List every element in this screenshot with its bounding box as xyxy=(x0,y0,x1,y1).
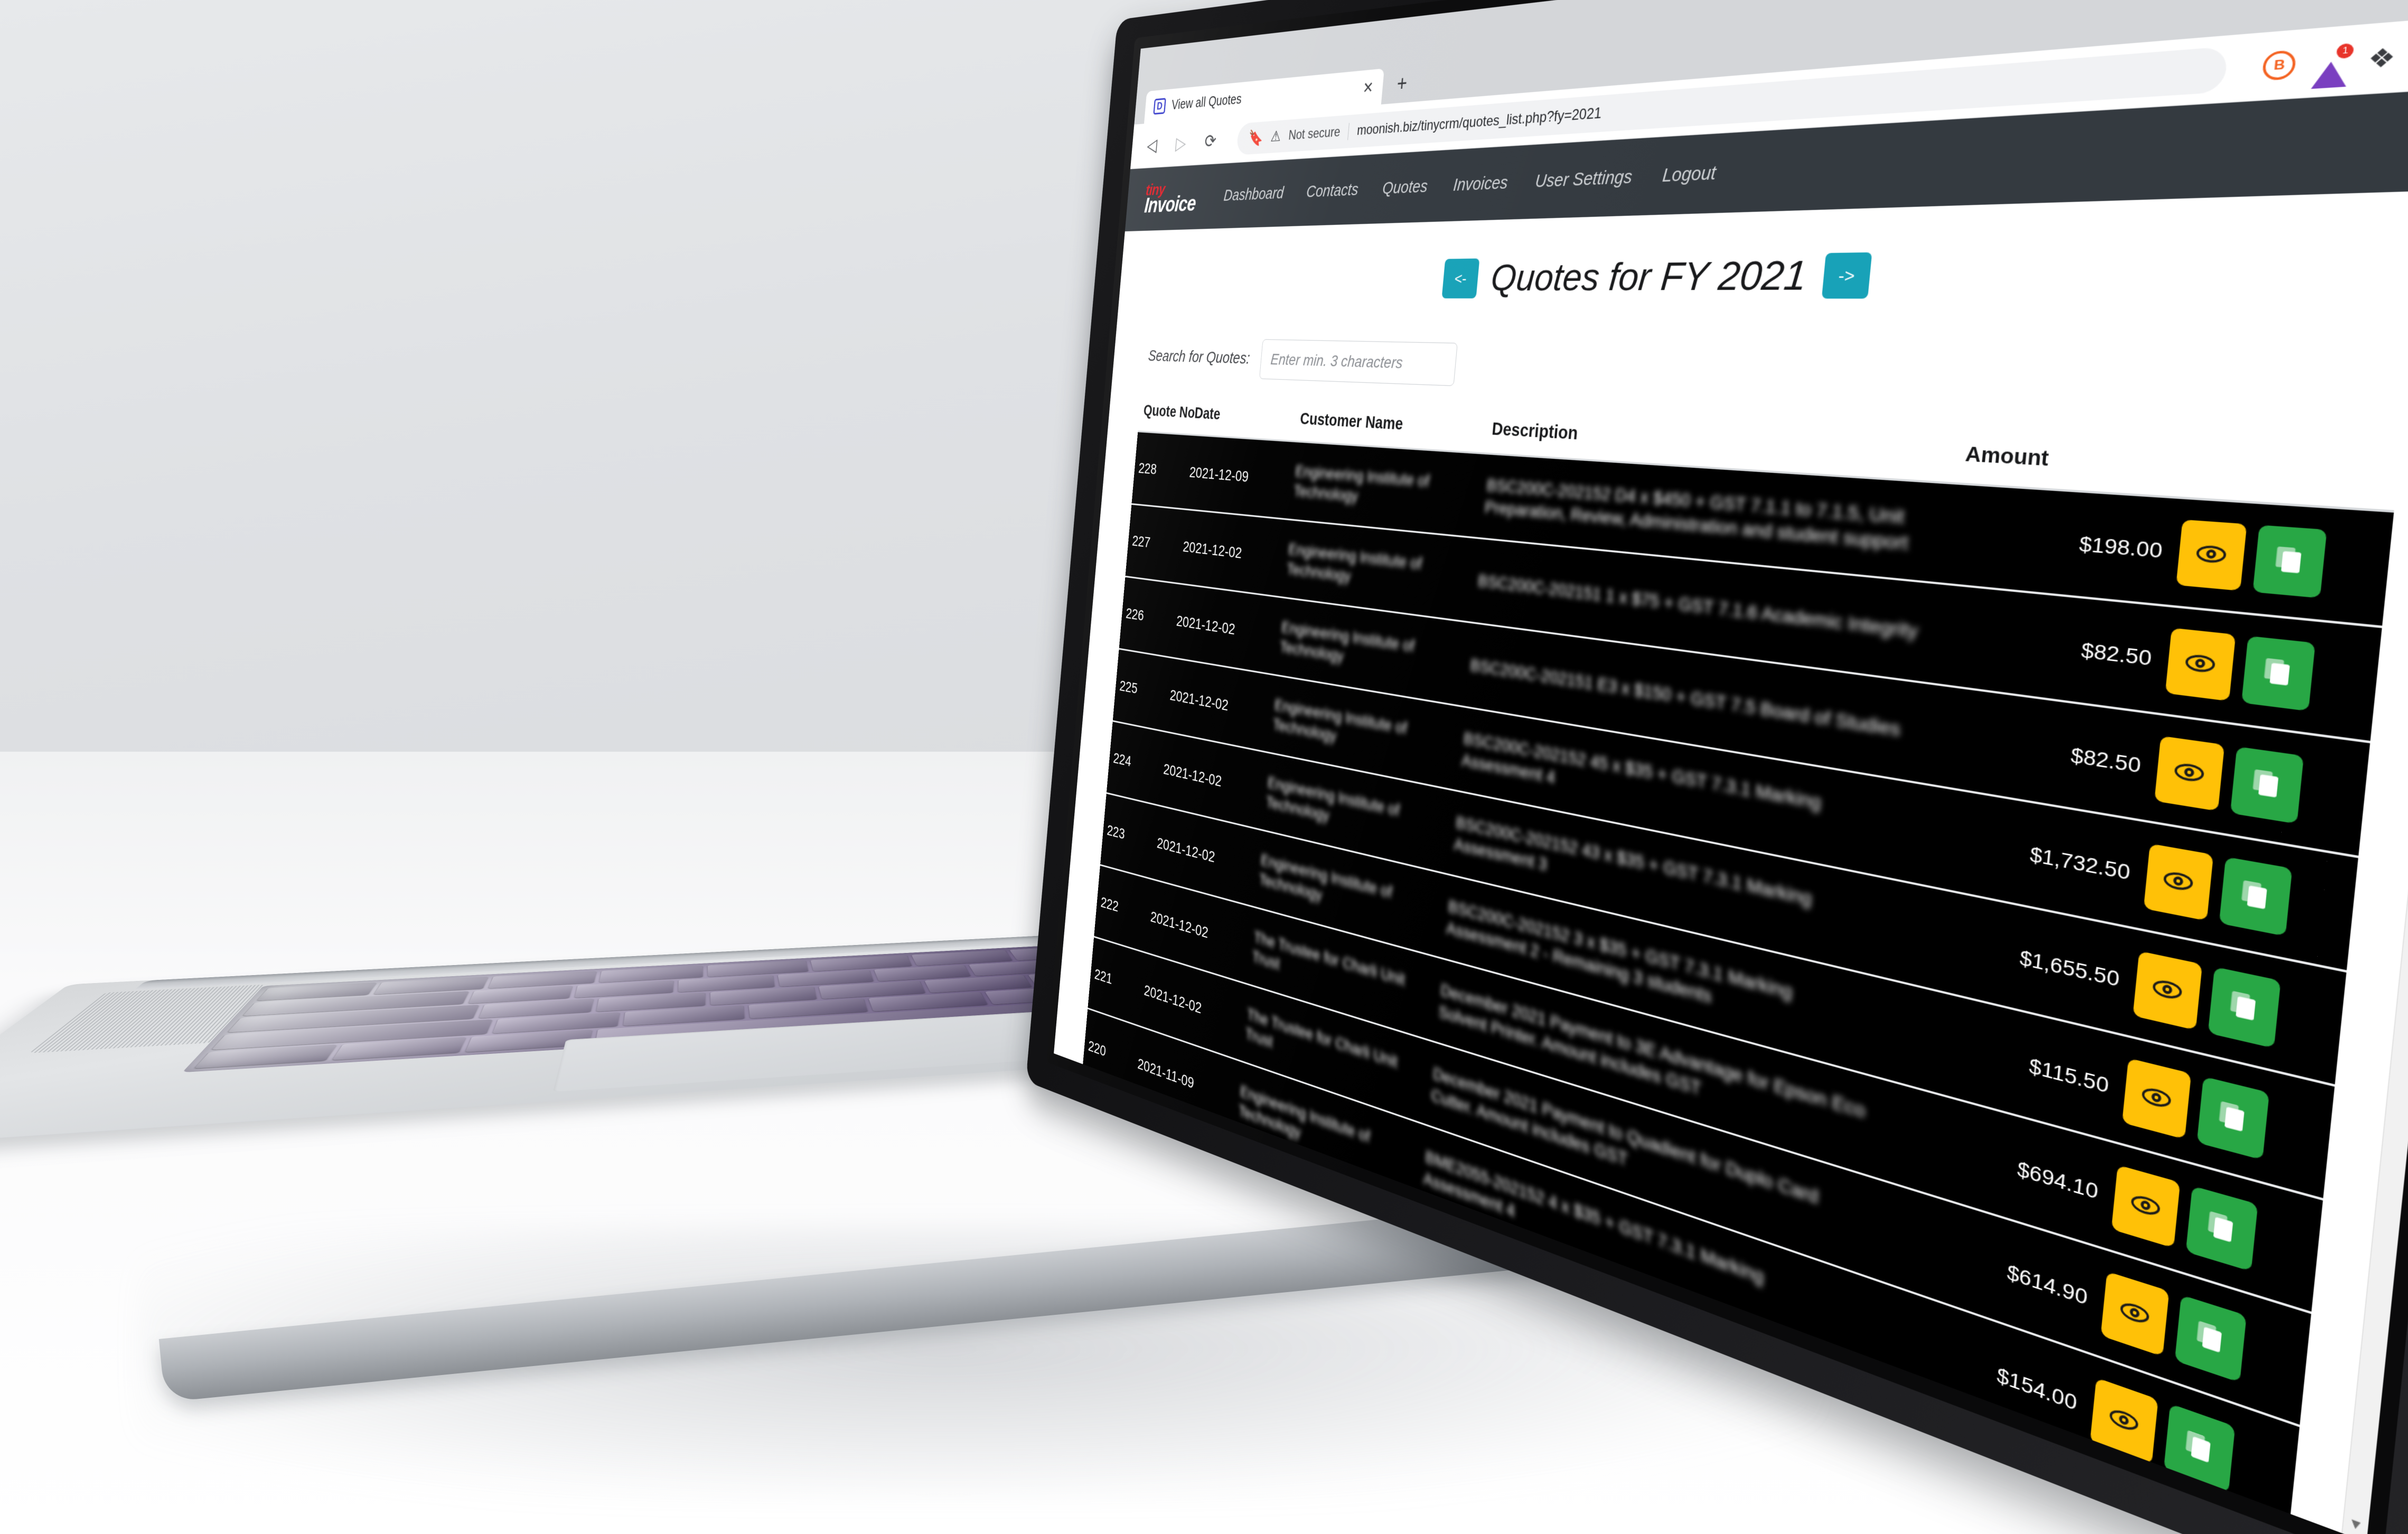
duplicate-icon xyxy=(2195,1318,2226,1359)
search-label: Search for Quotes: xyxy=(1147,347,1251,368)
cell-quote-no: 226 xyxy=(1119,576,1176,658)
duplicate-quote-button[interactable] xyxy=(2197,1076,2270,1161)
view-eye-icon xyxy=(2184,648,2216,680)
view-quote-button[interactable] xyxy=(2101,1271,2170,1357)
scroll-down-icon[interactable]: ▼ xyxy=(2343,1513,2369,1534)
tab-title: View all Quotes xyxy=(1171,91,1242,113)
view-quote-button[interactable] xyxy=(2090,1377,2159,1465)
laptop-lid: – ❐ ✕ D View all Quotes ✕ + xyxy=(1025,0,2408,1534)
view-eye-icon xyxy=(2130,1187,2161,1224)
laptop-mockup: – ❐ ✕ D View all Quotes ✕ + xyxy=(0,0,2408,1534)
duplicate-quote-button[interactable] xyxy=(2163,1404,2235,1494)
search-input[interactable] xyxy=(1259,339,1458,386)
view-eye-icon xyxy=(2108,1401,2139,1440)
new-tab-button[interactable]: + xyxy=(1396,71,1408,96)
duplicate-icon xyxy=(2206,1209,2237,1248)
not-secure-warning-icon: ⚠ xyxy=(1270,127,1282,145)
cell-date: 2021-12-09 xyxy=(1182,434,1294,519)
cell-quote-no: 224 xyxy=(1106,721,1163,805)
view-quote-button[interactable] xyxy=(2132,951,2203,1031)
page-header: <- Quotes for FY 2021 -> xyxy=(1149,241,2408,301)
tab-favicon-icon: D xyxy=(1153,98,1166,115)
extension-badge-count: 1 xyxy=(2336,42,2355,59)
search-row: Search for Quotes: xyxy=(1143,337,2408,421)
view-quote-button[interactable] xyxy=(2111,1165,2180,1248)
cell-quote-no: 228 xyxy=(1131,431,1189,509)
nav-link-logout[interactable]: Logout xyxy=(1662,162,1717,186)
view-eye-icon xyxy=(2162,865,2195,899)
view-quote-button[interactable] xyxy=(2176,519,2247,591)
view-eye-icon xyxy=(2151,972,2183,1008)
nav-link-quotes[interactable]: Quotes xyxy=(1382,177,1428,199)
duplicate-icon xyxy=(2240,878,2271,914)
cell-actions xyxy=(2165,497,2394,627)
duplicate-icon xyxy=(2217,1099,2248,1137)
previous-year-button[interactable]: <- xyxy=(1441,258,1480,298)
forward-button[interactable]: ▷ xyxy=(1170,132,1191,155)
extension-icons: B 1 ❖ ▤ ☰ xyxy=(2262,33,2408,89)
back-button[interactable]: ◁ xyxy=(1142,134,1162,156)
header-quote-no: Quote No xyxy=(1138,401,1196,435)
duplicate-quote-button[interactable] xyxy=(2208,967,2281,1049)
security-status-text: Not secure xyxy=(1288,124,1341,143)
view-quote-button[interactable] xyxy=(2165,628,2236,701)
logo-invoice-text: Invoice xyxy=(1143,192,1197,218)
url-text: moonish.biz/tinycrm/quotes_list.php?fy=2… xyxy=(1356,104,1603,138)
reload-button[interactable]: ⟳ xyxy=(1200,129,1221,152)
duplicate-icon xyxy=(2273,545,2306,578)
cell-quote-no: 225 xyxy=(1112,649,1169,732)
bookmark-icon[interactable]: 🔖 xyxy=(1248,128,1264,147)
tab-close-icon[interactable]: ✕ xyxy=(1362,78,1374,97)
view-quote-button[interactable] xyxy=(2154,736,2225,811)
nav-link-invoices[interactable]: Invoices xyxy=(1453,173,1508,195)
view-eye-icon xyxy=(2119,1295,2150,1333)
page-title: Quotes for FY 2021 xyxy=(1489,251,1809,300)
extensions-puzzle-icon[interactable]: ❖ xyxy=(2366,41,2397,74)
view-eye-icon xyxy=(2097,1508,2129,1534)
duplicate-icon xyxy=(2228,988,2260,1026)
cell-amount: $495.00 xyxy=(1849,1477,2069,1534)
duplicate-quote-button[interactable] xyxy=(2252,525,2327,598)
nav-link-dashboard[interactable]: Dashboard xyxy=(1223,184,1285,205)
view-quote-button[interactable] xyxy=(2122,1058,2191,1139)
duplicate-icon xyxy=(2251,767,2283,802)
duplicate-quote-button[interactable] xyxy=(2175,1295,2247,1383)
duplicate-quote-button[interactable] xyxy=(2241,635,2316,712)
view-quote-button[interactable] xyxy=(2143,843,2214,921)
omnibox-divider xyxy=(1347,123,1350,140)
duplicate-quote-button[interactable] xyxy=(2219,856,2293,937)
view-eye-icon xyxy=(2195,539,2227,571)
brave-lion-icon[interactable]: B xyxy=(2262,49,2298,81)
cell-quote-no: 223 xyxy=(1100,793,1157,879)
duplicate-icon xyxy=(2262,656,2294,691)
duplicate-quote-button[interactable] xyxy=(2230,746,2304,824)
nav-link-contacts[interactable]: Contacts xyxy=(1306,180,1359,201)
tinyinvoice-logo[interactable]: tiny Invoice xyxy=(1143,181,1197,218)
view-eye-icon xyxy=(2173,756,2205,790)
cell-quote-no: 227 xyxy=(1125,504,1183,583)
extension-triangle-icon[interactable]: 1 xyxy=(2311,42,2355,89)
duplicate-quote-button[interactable] xyxy=(2186,1185,2258,1272)
duplicate-icon xyxy=(2184,1428,2215,1468)
nav-link-user-settings[interactable]: User Settings xyxy=(1534,166,1633,192)
next-year-button[interactable]: -> xyxy=(1821,251,1872,298)
cell-date: 2021-12-02 xyxy=(1175,509,1287,597)
view-eye-icon xyxy=(2141,1080,2172,1116)
